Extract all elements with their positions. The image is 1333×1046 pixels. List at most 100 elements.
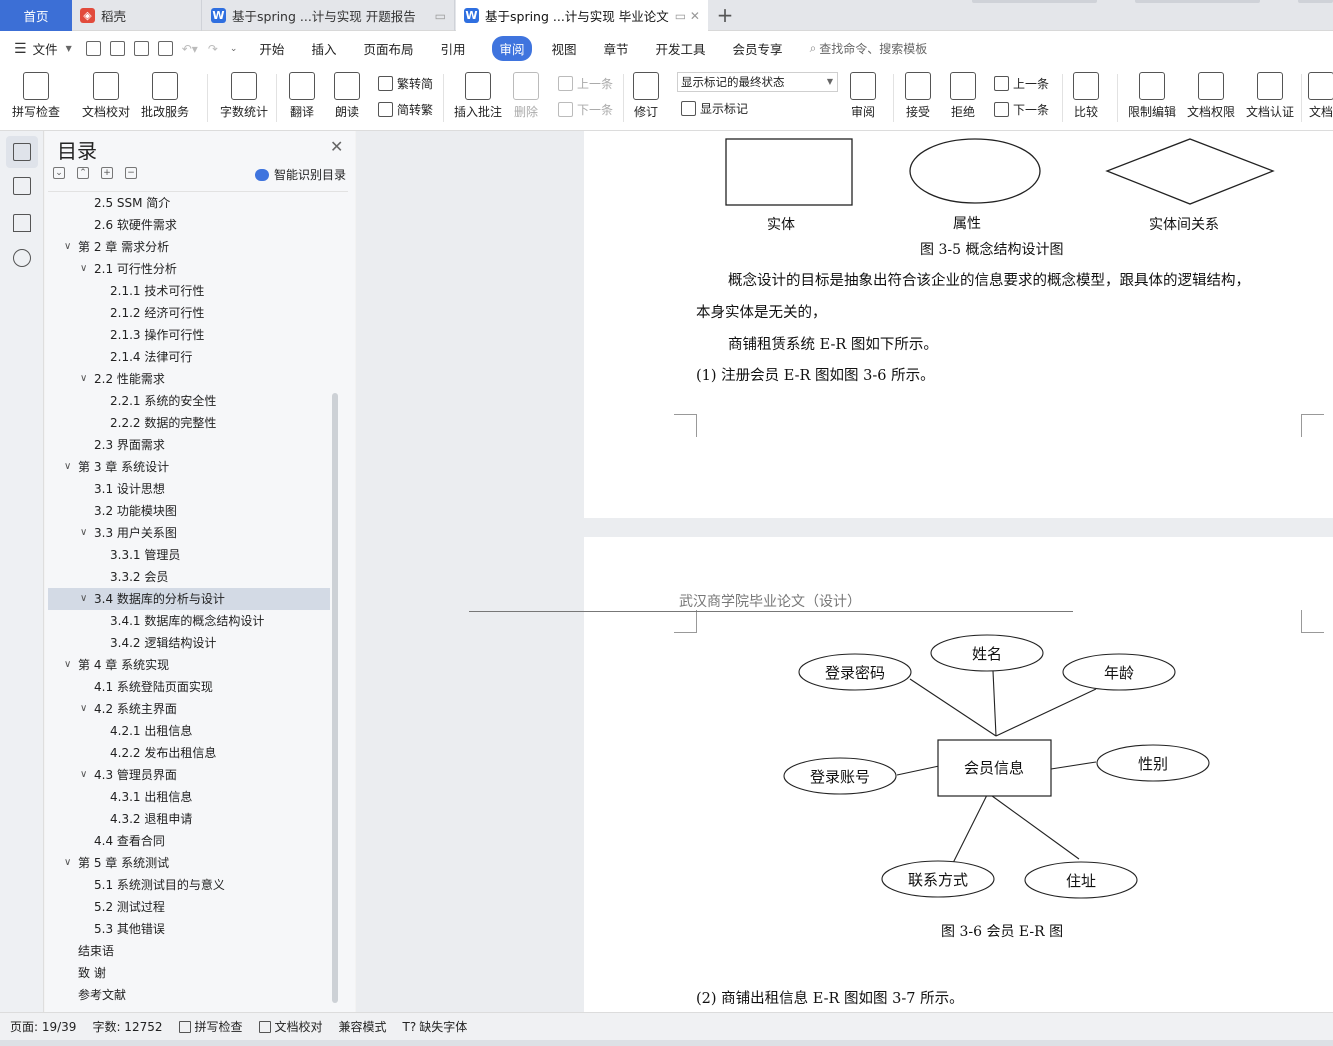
tab-proposal[interactable]: W 基于spring ...计与实现 开题报告 ▭ <box>203 0 455 31</box>
chevron-down-icon[interactable]: ∨ <box>80 764 87 786</box>
word-count-indicator[interactable]: 字数: 12752 <box>92 1018 162 1035</box>
nav-pane-icon[interactable] <box>13 177 31 195</box>
simp-to-trad-button[interactable]: 简转繁 <box>378 101 433 118</box>
status-spell-check[interactable]: 拼写检查 <box>178 1018 243 1035</box>
toc-item[interactable]: ∨ 4.2 系统主界面 <box>48 698 330 720</box>
doc-proof-button[interactable]: 文档校对 <box>82 72 130 119</box>
toc-item[interactable]: 5.2 测试过程 <box>48 896 330 918</box>
show-markup-button[interactable]: 显示标记 <box>681 100 748 117</box>
collapse-all-icon[interactable]: ⌄ <box>53 167 65 179</box>
toc-item[interactable]: 结束语 <box>48 940 330 962</box>
compare-button[interactable]: 比较 <box>1073 72 1099 119</box>
smart-toc-button[interactable]: 智能识别目录 <box>255 166 346 183</box>
prev-change-button[interactable]: 上一条 <box>994 75 1049 92</box>
toc-item[interactable]: 参考文献 <box>48 984 330 1006</box>
chevron-down-icon[interactable]: ∨ <box>64 654 71 676</box>
chevron-down-icon[interactable]: ∨ <box>64 236 71 258</box>
doc-certify-button[interactable]: 文档认证 <box>1246 72 1294 119</box>
toc-scrollbar[interactable] <box>332 393 338 1003</box>
toc-item[interactable]: ∨ 第 3 章 系统设计 <box>48 456 330 478</box>
accept-button[interactable]: 接受 <box>905 72 931 119</box>
undo-icon[interactable]: ↶▾ <box>182 42 198 56</box>
spell-check-button[interactable]: 拼写检查 <box>12 72 60 119</box>
toc-item[interactable]: ∨ 第 5 章 系统测试 <box>48 852 330 874</box>
markup-state-select[interactable]: 显示标记的最终状态 ▼ <box>677 72 838 92</box>
toc-item[interactable]: 3.1 设计思想 <box>48 478 330 500</box>
toc-item[interactable]: 3.3.1 管理员 <box>48 544 330 566</box>
print-preview-icon[interactable] <box>157 41 173 56</box>
tab-home[interactable]: 首页 <box>0 0 72 31</box>
toc-item[interactable]: 3.4.2 逻辑结构设计 <box>48 632 330 654</box>
chevron-down-icon[interactable]: ∨ <box>64 852 71 874</box>
page-indicator[interactable]: 页面: 19/39 <box>10 1018 76 1035</box>
expand-up-icon[interactable]: ⌃ <box>77 167 89 179</box>
customize-icon[interactable]: ⌄ <box>230 44 238 54</box>
chevron-down-icon[interactable]: ∨ <box>80 258 87 280</box>
review-pane-button[interactable]: 审阅 <box>850 72 876 119</box>
translate-button[interactable]: 翻译 <box>289 72 315 119</box>
toc-item[interactable]: 致 谢 <box>48 962 330 984</box>
tab-close-icon[interactable]: ▭ ✕ <box>675 9 700 23</box>
menu-insert[interactable]: 插入 <box>311 39 336 58</box>
toc-item[interactable]: 5.1 系统测试目的与意义 <box>48 874 330 896</box>
toc-item[interactable]: 2.1.4 法律可行 <box>48 346 330 368</box>
menu-review[interactable]: 审阅 <box>492 36 532 61</box>
toc-item[interactable]: 2.3 界面需求 <box>48 434 330 456</box>
save-icon[interactable] <box>85 41 101 56</box>
delete-comment-button[interactable]: 删除 <box>513 72 539 119</box>
toc-item[interactable]: ∨ 3.4 数据库的分析与设计 <box>48 588 330 610</box>
toc-item[interactable]: 4.2.1 出租信息 <box>48 720 330 742</box>
restrict-edit-button[interactable]: 限制编辑 <box>1128 72 1176 119</box>
status-doc-proof[interactable]: 文档校对 <box>258 1018 323 1035</box>
next-comment-button[interactable]: 下一条 <box>558 101 613 118</box>
read-aloud-button[interactable]: 朗读 <box>334 72 360 119</box>
toc-item[interactable]: 4.3.1 出租信息 <box>48 786 330 808</box>
print-icon[interactable] <box>133 41 149 56</box>
toc-item[interactable]: ∨ 2.1 可行性分析 <box>48 258 330 280</box>
tab-docer[interactable]: ◈ 稻壳 <box>72 0 202 31</box>
command-search[interactable]: 查找命令、搜索模板 <box>819 40 927 57</box>
chevron-down-icon[interactable]: ∨ <box>80 522 87 544</box>
toc-item[interactable]: 4.1 系统登陆页面实现 <box>48 676 330 698</box>
chevron-down-icon[interactable]: ∨ <box>64 456 71 478</box>
toc-item[interactable]: ∨ 2.2 性能需求 <box>48 368 330 390</box>
redo-icon[interactable]: ↷ <box>208 42 218 56</box>
toc-item[interactable]: ∨ 第 4 章 系统实现 <box>48 654 330 676</box>
toc-item[interactable]: ∨ 3.3 用户关系图 <box>48 522 330 544</box>
prev-comment-button[interactable]: 上一条 <box>558 75 613 92</box>
missing-font-button[interactable]: T? 缺失字体 <box>403 1018 468 1035</box>
toc-item[interactable]: 4.4 查看合同 <box>48 830 330 852</box>
toc-item[interactable]: 2.6 软硬件需求 <box>48 214 330 236</box>
menu-view[interactable]: 视图 <box>552 39 577 58</box>
toc-item[interactable]: 2.2.1 系统的安全性 <box>48 390 330 412</box>
menu-layout[interactable]: 页面布局 <box>363 39 413 58</box>
toc-icon[interactable] <box>13 143 31 161</box>
doc-permission-button[interactable]: 文档权限 <box>1187 72 1235 119</box>
toc-item[interactable]: 2.1.1 技术可行性 <box>48 280 330 302</box>
toc-item[interactable]: 2.1.3 操作可行性 <box>48 324 330 346</box>
toc-item[interactable]: 3.2 功能模块图 <box>48 500 330 522</box>
toc-item[interactable]: 5.3 其他错误 <box>48 918 330 940</box>
toc-item[interactable]: ∨ 第 2 章 需求分析 <box>48 236 330 258</box>
chevron-down-icon[interactable]: ∨ <box>80 588 87 610</box>
reject-button[interactable]: 拒绝 <box>950 72 976 119</box>
add-heading-icon[interactable]: + <box>101 167 113 179</box>
search-icon[interactable] <box>13 249 31 267</box>
menu-file[interactable]: 文件 <box>33 39 58 58</box>
toc-item[interactable]: 4.2.2 发布出租信息 <box>48 742 330 764</box>
toc-item[interactable]: 3.4.1 数据库的概念结构设计 <box>48 610 330 632</box>
menu-start[interactable]: 开始 <box>259 39 284 58</box>
track-changes-button[interactable]: 修订 <box>633 72 659 119</box>
doc-more-button[interactable]: 文档 <box>1308 72 1333 119</box>
menu-chapter[interactable]: 章节 <box>604 39 629 58</box>
chevron-down-icon[interactable]: ∨ <box>80 698 87 720</box>
close-icon[interactable]: ✕ <box>330 137 343 156</box>
chevron-down-icon[interactable]: ▼ <box>66 44 72 53</box>
bookmark-icon[interactable] <box>13 214 31 232</box>
toc-item[interactable]: 2.5 SSM 简介 <box>48 192 330 214</box>
new-tab-plus-icon[interactable]: + <box>716 4 734 26</box>
next-change-button[interactable]: 下一条 <box>994 101 1049 118</box>
chevron-down-icon[interactable]: ∨ <box>80 368 87 390</box>
toc-item[interactable]: 2.2.2 数据的完整性 <box>48 412 330 434</box>
hamburger-icon[interactable]: ☰ <box>14 41 27 57</box>
